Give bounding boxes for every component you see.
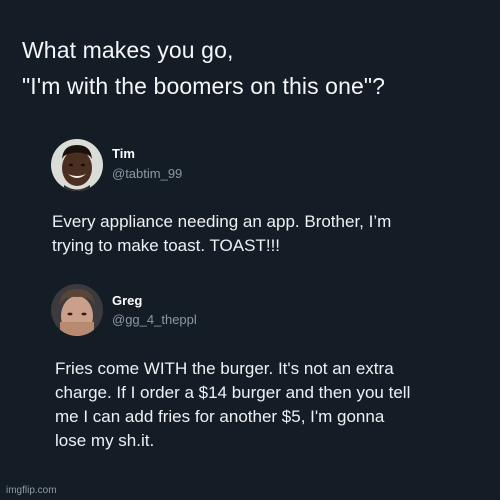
tweet-2-line-3: me I can add fries for another $5, I'm g… (55, 407, 385, 426)
avatar-tim[interactable] (51, 139, 103, 191)
tweet-1-line-2: trying to make toast. TOAST!!! (52, 236, 281, 255)
headline-line-1: What makes you go, (22, 37, 234, 63)
tweet-2-line-2: charge. If I order a $14 burger and then… (55, 383, 411, 402)
avatar-tim-photo (51, 139, 103, 191)
avatar-greg-photo (51, 284, 103, 336)
tweet-2-line-4: lose my sh.it. (55, 431, 155, 450)
tweet-1-body: Every appliance needing an app. Brother,… (52, 210, 391, 258)
tweet-1-handle[interactable]: @tabtim_99 (112, 166, 182, 181)
tweet-2-handle[interactable]: @gg_4_theppl (112, 312, 197, 327)
tweet-2-body: Fries come WITH the burger. It's not an … (55, 357, 410, 453)
tweet-2-name[interactable]: Greg (112, 293, 142, 308)
watermark: imgflip.com (6, 485, 57, 496)
tweet-2-line-1: Fries come WITH the burger. It's not an … (55, 359, 394, 378)
tweet-1-name[interactable]: Tim (112, 146, 135, 161)
headline-line-2: "I'm with the boomers on this one"? (22, 73, 386, 99)
tweet-1-line-1: Every appliance needing an app. Brother,… (52, 212, 392, 231)
avatar-greg[interactable] (51, 284, 103, 336)
headline: What makes you go, "I'm with the boomers… (22, 32, 492, 104)
